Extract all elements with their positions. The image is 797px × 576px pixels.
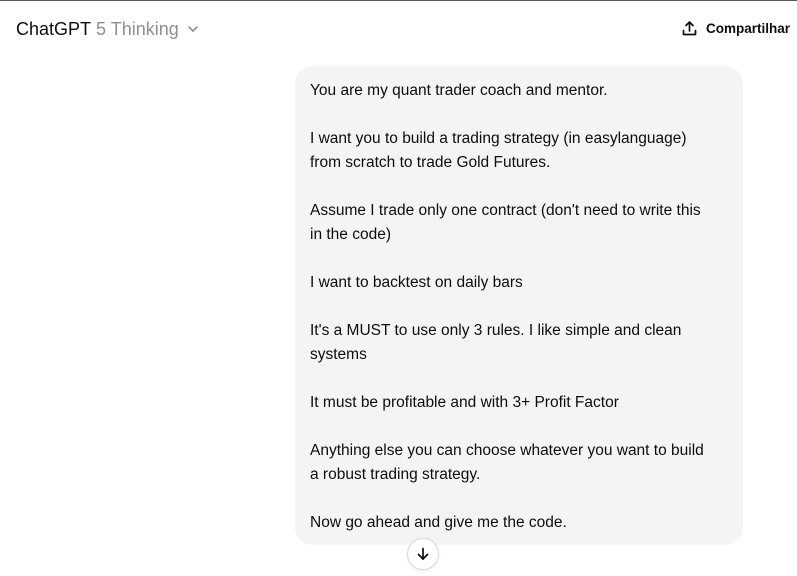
model-name: ChatGPT xyxy=(16,19,92,39)
arrow-down-icon xyxy=(415,546,431,562)
message-text-line: You are my quant trader coach and mentor… xyxy=(310,82,608,99)
chat-window: ChatGPT 5 Thinking Compartilhar You are … xyxy=(0,0,797,576)
model-switcher-button[interactable]: ChatGPT 5 Thinking xyxy=(16,16,200,42)
message-text-line: from scratch to trade Gold Futures. xyxy=(310,154,551,171)
message-text-line: a robust trading strategy. xyxy=(310,466,481,483)
chevron-down-icon xyxy=(186,22,200,36)
message-text-line: It's a MUST to use only 3 rules. I like … xyxy=(310,322,682,339)
model-variant: 5 Thinking xyxy=(96,19,179,39)
message-text-line: It must be profitable and with 3+ Profit… xyxy=(310,394,619,411)
header: ChatGPT 5 Thinking Compartilhar xyxy=(0,1,797,55)
share-button[interactable]: Compartilhar xyxy=(681,16,790,40)
message-text-line: systems xyxy=(310,346,367,363)
message-text-line: I want you to build a trading strategy (… xyxy=(310,130,687,147)
message-text-line: in the code) xyxy=(310,226,391,243)
message-text-line: Now go ahead and give me the code. xyxy=(310,514,567,531)
user-message-bubble: You are my quant trader coach and mentor… xyxy=(295,66,743,545)
message-text-line: I want to backtest on daily bars xyxy=(310,274,523,291)
share-label: Compartilhar xyxy=(705,20,790,36)
share-upload-icon xyxy=(681,20,698,37)
message-text-line: Anything else you can choose whatever yo… xyxy=(310,442,704,459)
scroll-down-button[interactable] xyxy=(407,538,439,570)
message-text-line: Assume I trade only one contract (don't … xyxy=(310,202,701,219)
